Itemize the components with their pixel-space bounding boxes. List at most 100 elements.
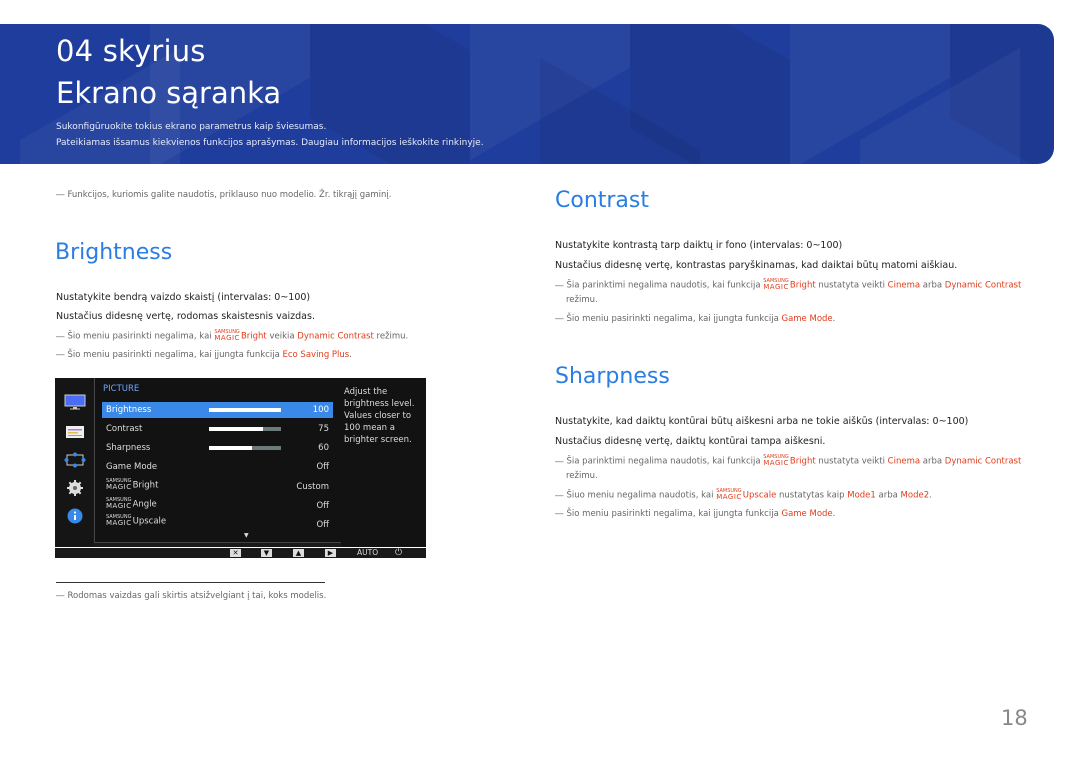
osd-row-label: Contrast	[106, 424, 143, 434]
chapter-subtitle-2: Pateikiamas išsamus kiekvienos funkcijos…	[56, 138, 484, 148]
highlight: Game Mode	[781, 314, 833, 324]
highlight: Bright	[240, 331, 267, 342]
power-icon[interactable]: ⏻	[395, 548, 402, 558]
note-dash: ―	[56, 190, 65, 200]
osd-help-text: Adjust the brightness level. Values clos…	[341, 378, 426, 547]
osd-row-value: Off	[316, 520, 329, 530]
osd-row-magic-angle[interactable]: SAMSUNG MAGIC Angle Off	[102, 498, 333, 514]
enter-icon[interactable]: ▶	[325, 549, 336, 557]
note-dash: ―	[555, 280, 564, 291]
contrast-note-2: ― Šio meniu pasirinkti negalima, kai įjun…	[555, 314, 835, 324]
scroll-down-icon[interactable]: ▼	[244, 532, 249, 539]
magic-big: MAGIC	[763, 283, 789, 291]
highlight: Cinema	[887, 280, 921, 291]
magic-big: MAGIC	[106, 483, 132, 491]
note-text: arba	[875, 490, 901, 501]
auto-button[interactable]: AUTO	[357, 548, 378, 558]
osd-row-value: Custom	[296, 482, 329, 492]
sharpness-heading: Sharpness	[555, 364, 670, 389]
highlight: Mode1	[847, 490, 876, 501]
contrast-note-1-cont: režimu.	[566, 295, 598, 305]
info-icon[interactable]	[64, 508, 86, 524]
magic-big: MAGIC	[214, 334, 240, 342]
contrast-line-2: Nustačius didesnę vertę, kontrastas pary…	[555, 260, 958, 271]
note-dash: ―	[56, 591, 65, 601]
model-note: ― Funkcijos, kuriomis galite naudotis, pr…	[56, 190, 391, 200]
note-dash: ―	[555, 490, 564, 501]
sharpness-note-2: ― Šiuo meniu negalima naudotis, kai SAMSU…	[555, 489, 932, 501]
osd-row-value: Off	[316, 462, 329, 472]
osd-slider[interactable]	[209, 446, 281, 450]
gear-icon[interactable]	[64, 480, 86, 496]
note-text: Šia parinktimi negalima naudotis, kai fu…	[566, 280, 764, 291]
osd-row-label: Sharpness	[106, 443, 151, 453]
sharpness-note-3: ― Šio meniu pasirinkti negalima, kai įjun…	[555, 509, 835, 519]
note-text: nustatytas kaip	[776, 490, 848, 501]
sharpness-note-1: ― Šia parinktimi negalima naudotis, kai f…	[555, 455, 1021, 467]
samsung-magic-logo: SAMSUNG MAGIC	[763, 455, 789, 467]
osd-row-label: SAMSUNG MAGIC Angle	[106, 498, 157, 510]
note-dash: ―	[555, 509, 564, 519]
osd-row-label: Game Mode	[106, 462, 158, 472]
samsung-magic-logo: SAMSUNG MAGIC	[716, 489, 742, 501]
osd-row-sharpness[interactable]: Sharpness 60	[102, 440, 333, 456]
note-dash: ―	[555, 314, 564, 324]
note-text: Funkcijos, kuriomis galite naudotis, pri…	[67, 190, 392, 200]
note-text: režimu.	[373, 331, 409, 342]
osd-row-label: SAMSUNG MAGIC Bright	[106, 479, 158, 491]
contrast-note-1: ― Šia parinktimi negalima naudotis, kai f…	[555, 279, 1021, 291]
sharpness-note-1-cont: režimu.	[566, 471, 598, 481]
osd-sidebar	[55, 378, 93, 547]
size-position-icon[interactable]	[64, 452, 86, 468]
page-number: 18	[1001, 706, 1028, 730]
close-icon[interactable]: ✕	[230, 549, 241, 557]
note-text: nustatyta veikti	[815, 456, 888, 467]
highlight: Cinema	[887, 456, 921, 467]
note-text: arba	[920, 280, 945, 291]
osd-slider[interactable]	[209, 408, 281, 412]
color-icon[interactable]	[64, 424, 86, 440]
chapter-subtitle-1: Sukonfigūruokite tokius ekrano parametru…	[56, 122, 327, 132]
highlight: Dynamic Contrast	[944, 456, 1022, 467]
monitor-icon[interactable]	[64, 394, 86, 410]
highlight: Eco Saving Plus	[282, 350, 350, 360]
note-text: veikia	[266, 331, 298, 342]
chapter-number: 04 skyrius	[56, 34, 206, 68]
note-dash: ―	[56, 331, 65, 342]
note-dash: ―	[56, 350, 65, 360]
note-text: Šio meniu pasirinkti negalima, kai įjung…	[566, 509, 782, 519]
osd-row-game-mode[interactable]: Game Mode Off	[102, 459, 333, 475]
note-text: Šio meniu pasirinkti negalima, kai	[67, 331, 215, 342]
osd-slider[interactable]	[209, 427, 281, 431]
magic-big: MAGIC	[106, 519, 132, 527]
note-text: nustatyta veikti	[815, 280, 888, 291]
osd-row-magic-bright[interactable]: SAMSUNG MAGIC Bright Custom	[102, 479, 333, 495]
osd-row-value: 75	[318, 424, 329, 434]
osd-row-value: Off	[316, 501, 329, 511]
highlight: Dynamic Contrast	[297, 331, 374, 342]
osd-row-brightness[interactable]: Brightness 100	[102, 402, 333, 418]
highlight: Dynamic Contrast	[944, 280, 1022, 291]
osd-row-magic-upscale[interactable]: SAMSUNG MAGIC Upscale Off	[102, 515, 333, 531]
highlight: Game Mode	[781, 509, 833, 519]
samsung-magic-logo: SAMSUNG MAGIC	[763, 279, 789, 291]
osd-slider-fill	[209, 408, 281, 412]
footnote: ― Rodomas vaizdas gali skirtis atsižvelgi…	[56, 591, 326, 601]
sharpness-line-2: Nustačius didesnę vertę, daiktų kontūrai…	[555, 436, 826, 447]
osd-row-contrast[interactable]: Contrast 75	[102, 421, 333, 437]
note-text: Šiuo meniu negalima naudotis, kai	[566, 490, 717, 501]
contrast-line-1: Nustatykite kontrastą tarp daiktų ir fon…	[555, 240, 843, 251]
down-arrow-icon[interactable]: ▼	[261, 549, 272, 557]
osd-row-value: 100	[312, 405, 329, 415]
magic-big: MAGIC	[106, 502, 132, 510]
note-text: Šio meniu pasirinkti negalima, kai įjung…	[67, 350, 283, 360]
highlight: Bright	[789, 456, 816, 467]
up-arrow-icon[interactable]: ▲	[293, 549, 304, 557]
magic-big: MAGIC	[716, 493, 742, 501]
osd-menu-screenshot: PICTURE Brightness 100 Contrast 75 Sharp…	[55, 378, 426, 547]
chapter-banner: 04 skyrius Ekrano sąranka Sukonfigūruoki…	[0, 24, 1054, 164]
note-dash: ―	[555, 456, 564, 467]
highlight: Mode2	[900, 490, 930, 501]
osd-row-value: 60	[318, 443, 329, 453]
osd-row-label: SAMSUNG MAGIC Upscale	[106, 515, 166, 527]
